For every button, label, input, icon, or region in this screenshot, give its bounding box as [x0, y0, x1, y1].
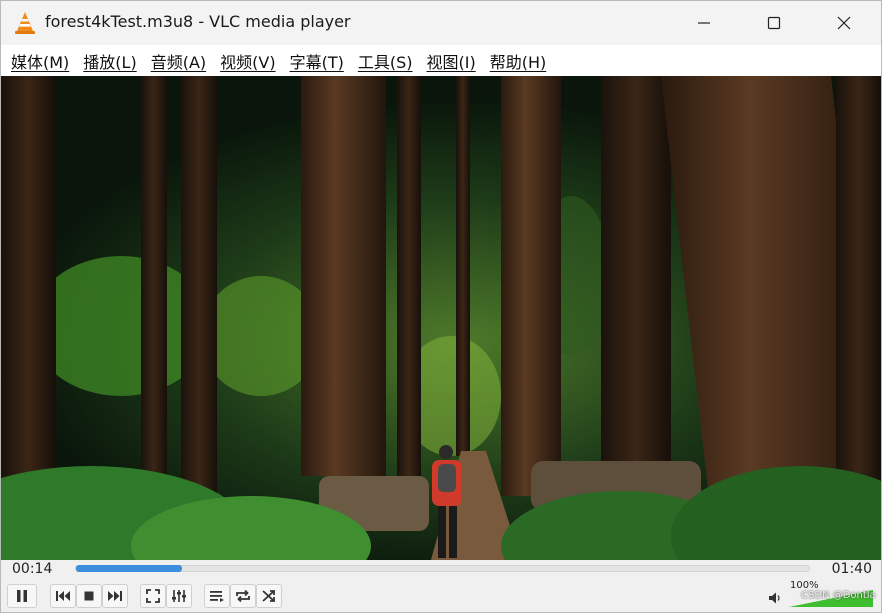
- watermark-text: CSDN @Dontla: [801, 590, 876, 601]
- close-button[interactable]: [821, 1, 867, 45]
- extended-settings-icon: [172, 590, 186, 602]
- fullscreen-icon: [146, 589, 160, 603]
- stop-icon: [84, 591, 94, 601]
- menu-help[interactable]: 帮助(H): [484, 49, 555, 73]
- total-time[interactable]: 01:40: [832, 561, 872, 577]
- extended-settings-button[interactable]: [166, 584, 192, 608]
- menu-media[interactable]: 媒体(M): [5, 49, 77, 73]
- volume-speaker-icon[interactable]: [768, 590, 782, 604]
- pause-button[interactable]: [7, 584, 37, 608]
- seek-progress: [76, 565, 182, 572]
- menu-bar: 媒体(M) 播放(L) 音频(A) 视频(V) 字幕(T) 工具(S) 视图(I…: [1, 45, 881, 76]
- next-icon: [108, 591, 122, 601]
- playlist-button[interactable]: [204, 584, 230, 608]
- shuffle-button[interactable]: [256, 584, 282, 608]
- window-title: forest4kTest.m3u8 - VLC media player: [45, 12, 351, 31]
- previous-icon: [56, 591, 70, 601]
- close-icon: [837, 16, 851, 30]
- vlc-window: forest4kTest.m3u8 - VLC media player 媒体(…: [0, 0, 882, 613]
- previous-button[interactable]: [50, 584, 76, 608]
- vlc-cone-icon: [14, 11, 36, 35]
- next-button[interactable]: [102, 584, 128, 608]
- minimize-button[interactable]: [681, 1, 727, 45]
- menu-view[interactable]: 视图(I): [421, 49, 484, 73]
- timeline-bar: 00:14 01:40: [1, 560, 881, 582]
- shuffle-icon: [262, 590, 275, 602]
- menu-audio[interactable]: 音频(A): [145, 49, 214, 73]
- seek-slider[interactable]: [75, 565, 810, 572]
- title-bar[interactable]: forest4kTest.m3u8 - VLC media player: [1, 1, 881, 45]
- loop-button[interactable]: [230, 584, 256, 608]
- menu-subtitle[interactable]: 字幕(T): [284, 49, 352, 73]
- control-bar: 100% CSDN @Dontla: [1, 580, 881, 612]
- elapsed-time: 00:14: [12, 561, 53, 577]
- menu-tools[interactable]: 工具(S): [352, 49, 421, 73]
- maximize-button[interactable]: [751, 1, 797, 45]
- playlist-icon: [210, 591, 224, 602]
- loop-icon: [236, 589, 250, 603]
- minimize-icon: [698, 22, 710, 24]
- fullscreen-button[interactable]: [140, 584, 166, 608]
- pause-icon: [17, 590, 27, 602]
- menu-playback[interactable]: 播放(L): [77, 49, 144, 73]
- stop-button[interactable]: [76, 584, 102, 608]
- menu-video[interactable]: 视频(V): [214, 49, 283, 73]
- video-display[interactable]: [1, 76, 881, 560]
- maximize-icon: [767, 16, 781, 30]
- video-frame: [1, 76, 881, 560]
